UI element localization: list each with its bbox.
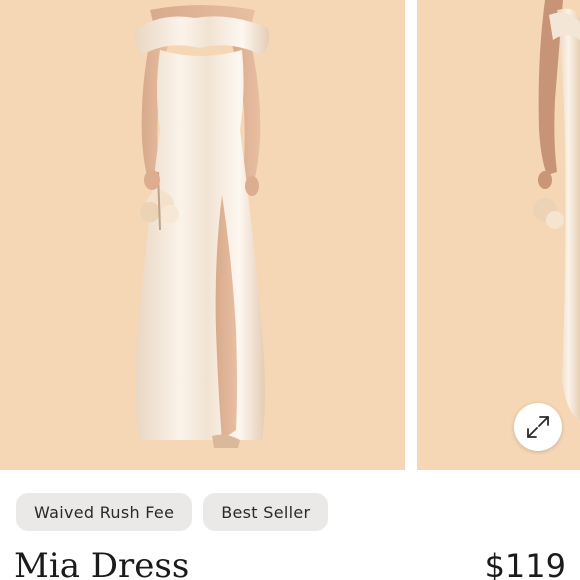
model-in-dress-illustration [134, 5, 270, 448]
product-image-gallery[interactable] [0, 0, 580, 470]
product-image-secondary[interactable] [417, 0, 580, 470]
product-price: $119 [484, 547, 566, 580]
expand-arrows-icon [527, 416, 549, 438]
product-title: Mia Dress [14, 546, 190, 580]
badge-waived-rush-fee: Waived Rush Fee [16, 493, 193, 531]
expand-image-button[interactable] [514, 403, 562, 451]
badge-best-seller: Best Seller [203, 493, 329, 531]
product-page: Waived Rush Fee Best Seller Mia Dress $1… [0, 0, 580, 580]
product-badges: Waived Rush Fee Best Seller [16, 493, 329, 531]
model-side-view-illustration [533, 0, 580, 420]
product-image-main[interactable] [0, 0, 405, 470]
